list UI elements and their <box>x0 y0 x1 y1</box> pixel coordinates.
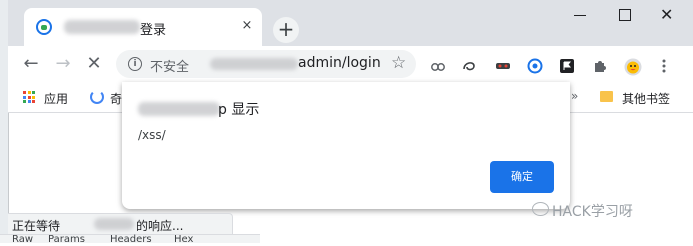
tab-params[interactable]: Params <box>48 234 85 246</box>
status-bubble: 正在等待 的响应... <box>8 213 233 234</box>
alert-dialog: p 显示 /xss/ 确定 <box>122 82 570 209</box>
extensions-puzzle-icon[interactable] <box>592 58 608 74</box>
url-text[interactable]: admin/login <box>298 55 381 71</box>
extension-link-icon[interactable] <box>430 58 446 74</box>
back-button[interactable]: ← <box>20 53 42 75</box>
status-text-suffix: 的响应... <box>136 219 184 233</box>
title-bar: 登录 × + ✕ <box>8 0 693 46</box>
watermark-text: HACK学习呀 <box>552 204 633 220</box>
tab-hex[interactable]: Hex <box>174 234 193 246</box>
info-icon[interactable]: i <box>128 57 142 71</box>
extension-mask-icon[interactable] <box>495 58 511 74</box>
extension-target-icon[interactable] <box>527 58 543 74</box>
stop-loading-button[interactable]: ✕ <box>83 53 105 75</box>
folder-icon <box>600 91 613 102</box>
redacted-dialog-origin <box>138 102 220 116</box>
maximize-button[interactable] <box>616 7 636 23</box>
dialog-title: p 显示 <box>218 102 260 118</box>
redacted-url <box>210 58 298 70</box>
bookmark-favicon-icon <box>90 90 104 104</box>
browser-tab[interactable]: 登录 × <box>24 8 262 46</box>
address-bar[interactable]: i 不安全 admin/login ☆ <box>116 50 416 78</box>
profile-avatar-icon[interactable] <box>624 58 642 76</box>
new-tab-button[interactable]: + <box>273 17 299 43</box>
tab-close-icon[interactable]: × <box>238 17 256 35</box>
minimize-button[interactable] <box>571 7 591 23</box>
bookmark-star-icon[interactable]: ☆ <box>391 53 406 73</box>
browser-toolbar: ← → ✕ i 不安全 admin/login ☆ <box>8 46 693 82</box>
status-text-prefix: 正在等待 <box>12 219 61 233</box>
apps-grid-icon[interactable] <box>23 91 35 103</box>
redacted-status-host <box>94 218 134 230</box>
window-close-button[interactable]: ✕ <box>660 7 680 23</box>
ok-button[interactable]: 确定 <box>490 161 554 193</box>
security-indicator[interactable]: 不安全 <box>150 56 189 75</box>
forward-button[interactable]: → <box>52 53 74 75</box>
wechat-logo-icon <box>532 202 549 216</box>
extension-swirl-icon[interactable] <box>461 58 477 74</box>
tab-headers[interactable]: Headers <box>110 234 152 246</box>
bookmark-item[interactable]: 奇 <box>110 90 122 107</box>
tab-title: 登录 <box>140 23 167 38</box>
loading-favicon-icon <box>36 19 52 35</box>
bookmark-apps[interactable]: 应用 <box>44 90 68 107</box>
dialog-message: /xss/ <box>138 128 166 142</box>
redacted-tab-title <box>64 20 140 34</box>
extension-flag-icon[interactable] <box>559 58 575 74</box>
more-bookmarks-chevron-icon[interactable]: » <box>571 89 578 103</box>
menu-kebab-icon[interactable] <box>656 58 672 74</box>
tab-raw[interactable]: Raw <box>12 234 33 246</box>
other-bookmarks[interactable]: 其他书签 <box>622 90 670 107</box>
